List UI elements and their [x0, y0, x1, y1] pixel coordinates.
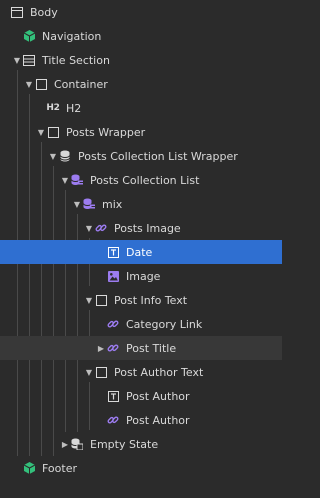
tree-item-label: Date — [126, 245, 153, 259]
caret-right-icon[interactable]: ▶ — [60, 440, 70, 449]
tree-item-label: Post Author — [126, 389, 190, 403]
tree-item-post-author-link[interactable]: Post Author — [0, 408, 282, 432]
link-icon — [94, 221, 108, 235]
caret-down-icon[interactable]: ▼ — [72, 200, 82, 209]
tree-item-label: Post Author — [126, 413, 190, 427]
div-block-icon — [94, 365, 108, 379]
heading-h2-icon: H2 — [46, 103, 60, 113]
tree-item-label: Posts Collection List — [90, 173, 200, 187]
caret-down-icon[interactable]: ▼ — [84, 368, 94, 377]
tree-item-posts-image[interactable]: ▼ Posts Image — [0, 216, 282, 240]
tree-item-h2[interactable]: H2 H2 — [0, 96, 282, 120]
tree-item-label: Empty State — [90, 437, 159, 451]
tree-item-navigation[interactable]: Navigation — [0, 24, 282, 48]
tree-item-label: Category Link — [126, 317, 203, 331]
link-icon — [106, 341, 120, 355]
tree-item-empty-state[interactable]: ▶ Empty State — [0, 432, 282, 456]
tree-item-label: H2 — [66, 101, 82, 115]
body-icon — [10, 5, 24, 19]
tree-item-label: Posts Wrapper — [66, 125, 146, 139]
caret-down-icon[interactable]: ▼ — [36, 128, 46, 137]
tree-item-title-section[interactable]: ▼ Title Section — [0, 48, 282, 72]
tree-item-label: Image — [126, 269, 161, 283]
section-icon — [22, 53, 36, 67]
tree-item-footer[interactable]: Footer — [0, 456, 282, 480]
collection-list-icon — [82, 197, 96, 211]
caret-down-icon[interactable]: ▼ — [24, 80, 34, 89]
caret-down-icon[interactable]: ▼ — [84, 224, 94, 233]
caret-right-icon[interactable]: ▶ — [96, 344, 106, 353]
tree-item-date[interactable]: Date — [0, 240, 282, 264]
tree-item-label: Posts Image — [114, 221, 181, 235]
collection-wrapper-icon — [58, 149, 72, 163]
tree-item-container[interactable]: ▼ Container — [0, 72, 282, 96]
caret-down-icon[interactable]: ▼ — [84, 296, 94, 305]
tree-item-label: Navigation — [42, 29, 102, 43]
tree-item-posts-collection-list[interactable]: ▼ Posts Collection List — [0, 168, 282, 192]
tree-item-image[interactable]: Image — [0, 264, 282, 288]
caret-down-icon[interactable]: ▼ — [48, 152, 58, 161]
tree-item-post-author[interactable]: Post Author — [0, 384, 282, 408]
empty-state-icon — [70, 437, 84, 451]
tree-item-label: Title Section — [42, 53, 110, 67]
tree-item-posts-collection-list-wrapper[interactable]: ▼ Posts Collection List Wrapper — [0, 144, 282, 168]
tree-item-posts-wrapper[interactable]: ▼ Posts Wrapper — [0, 120, 282, 144]
component-icon — [22, 461, 36, 475]
tree-item-category-link[interactable]: Category Link — [0, 312, 282, 336]
link-icon — [106, 413, 120, 427]
tree-item-label: Footer — [42, 461, 77, 475]
component-icon — [22, 29, 36, 43]
tree-item-label: Body — [30, 5, 58, 19]
tree-item-label: mix — [102, 197, 123, 211]
text-field-icon — [106, 389, 120, 403]
tree-item-post-author-text[interactable]: ▼ Post Author Text — [0, 360, 282, 384]
tree-item-label: Container — [54, 77, 108, 91]
tree-item-post-title[interactable]: ▶ Post Title — [0, 336, 282, 360]
tree-item-post-info-text[interactable]: ▼ Post Info Text — [0, 288, 282, 312]
navigator-tree: Body Navigation ▼ Title Section ▼ Contai… — [0, 0, 282, 498]
tree-item-label: Posts Collection List Wrapper — [78, 149, 238, 163]
tree-item-label: Post Info Text — [114, 293, 188, 307]
caret-down-icon[interactable]: ▼ — [60, 176, 70, 185]
div-block-icon — [46, 125, 60, 139]
div-block-icon — [34, 77, 48, 91]
link-icon — [106, 317, 120, 331]
tree-item-label: Post Title — [126, 341, 177, 355]
tree-item-label: Post Author Text — [114, 365, 204, 379]
image-icon — [106, 269, 120, 283]
text-field-icon — [106, 245, 120, 259]
div-block-icon — [94, 293, 108, 307]
collection-list-icon — [70, 173, 84, 187]
tree-item-mix[interactable]: ▼ mix — [0, 192, 282, 216]
caret-down-icon[interactable]: ▼ — [12, 56, 22, 65]
tree-item-body[interactable]: Body — [0, 0, 282, 24]
